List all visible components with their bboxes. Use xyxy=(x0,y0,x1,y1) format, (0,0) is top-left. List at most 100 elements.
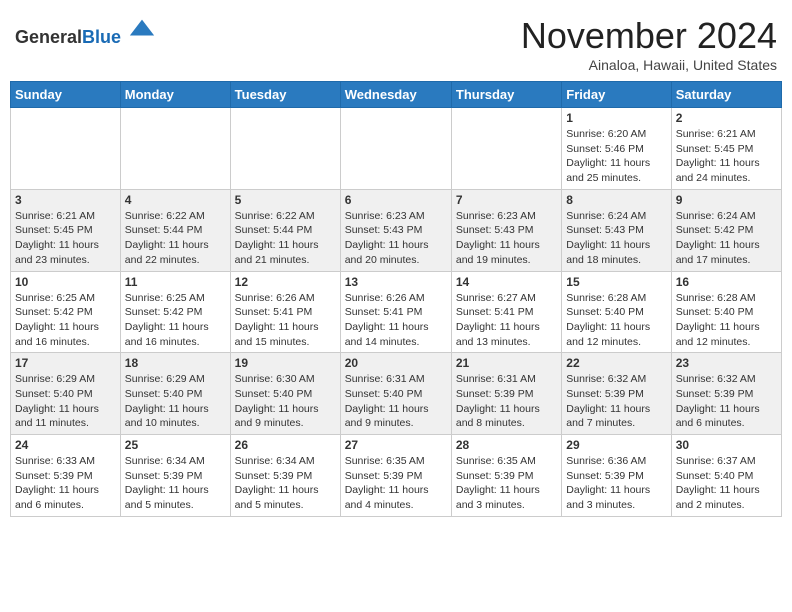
day-info: Sunrise: 6:28 AM Sunset: 5:40 PM Dayligh… xyxy=(676,291,777,350)
logo-general-text: General xyxy=(15,27,82,47)
calendar-week-row: 10 Sunrise: 6:25 AM Sunset: 5:42 PM Dayli… xyxy=(11,271,782,353)
calendar-weekday-header: Monday xyxy=(120,82,230,108)
day-number: 22 xyxy=(566,356,666,370)
calendar-day-cell: 21 Sunrise: 6:31 AM Sunset: 5:39 PM Dayli… xyxy=(451,353,561,435)
day-info: Sunrise: 6:22 AM Sunset: 5:44 PM Dayligh… xyxy=(125,209,226,268)
calendar-table: SundayMondayTuesdayWednesdayThursdayFrid… xyxy=(10,81,782,517)
day-number: 16 xyxy=(676,275,777,289)
calendar-day-cell: 6 Sunrise: 6:23 AM Sunset: 5:43 PM Daylig… xyxy=(340,189,451,271)
calendar-day-cell: 5 Sunrise: 6:22 AM Sunset: 5:44 PM Daylig… xyxy=(230,189,340,271)
day-number: 19 xyxy=(235,356,336,370)
day-info: Sunrise: 6:35 AM Sunset: 5:39 PM Dayligh… xyxy=(456,454,557,513)
day-info: Sunrise: 6:25 AM Sunset: 5:42 PM Dayligh… xyxy=(15,291,116,350)
day-info: Sunrise: 6:36 AM Sunset: 5:39 PM Dayligh… xyxy=(566,454,666,513)
day-number: 21 xyxy=(456,356,557,370)
calendar-day-cell xyxy=(230,108,340,190)
day-number: 28 xyxy=(456,438,557,452)
day-number: 24 xyxy=(15,438,116,452)
month-title: November 2024 xyxy=(521,15,777,57)
calendar-day-cell: 14Sunrise: 6:27 AM Sunset: 5:41 PM Dayli… xyxy=(451,271,561,353)
day-info: Sunrise: 6:23 AM Sunset: 5:43 PM Dayligh… xyxy=(345,209,447,268)
calendar-day-cell: 12 Sunrise: 6:26 AM Sunset: 5:41 PM Dayli… xyxy=(230,271,340,353)
calendar-week-row: 3 Sunrise: 6:21 AM Sunset: 5:45 PM Daylig… xyxy=(11,189,782,271)
calendar-day-cell: 4 Sunrise: 6:22 AM Sunset: 5:44 PM Daylig… xyxy=(120,189,230,271)
day-number: 8 xyxy=(566,193,666,207)
day-number: 18 xyxy=(125,356,226,370)
calendar-day-cell xyxy=(120,108,230,190)
day-number: 30 xyxy=(676,438,777,452)
calendar-week-row: 24 Sunrise: 6:33 AM Sunset: 5:39 PM Dayli… xyxy=(11,435,782,517)
day-info: Sunrise: 6:31 AM Sunset: 5:40 PM Dayligh… xyxy=(345,372,447,431)
location-subtitle: Ainaloa, Hawaii, United States xyxy=(521,57,777,73)
day-info: Sunrise: 6:34 AM Sunset: 5:39 PM Dayligh… xyxy=(235,454,336,513)
day-info: Sunrise: 6:21 AM Sunset: 5:45 PM Dayligh… xyxy=(676,127,777,186)
title-block: November 2024 Ainaloa, Hawaii, United St… xyxy=(521,15,777,73)
day-number: 12 xyxy=(235,275,336,289)
day-info: Sunrise: 6:22 AM Sunset: 5:44 PM Dayligh… xyxy=(235,209,336,268)
calendar-day-cell: 23Sunrise: 6:32 AM Sunset: 5:39 PM Dayli… xyxy=(671,353,781,435)
calendar-weekday-header: Saturday xyxy=(671,82,781,108)
calendar-day-cell: 20 Sunrise: 6:31 AM Sunset: 5:40 PM Dayli… xyxy=(340,353,451,435)
day-number: 7 xyxy=(456,193,557,207)
calendar-day-cell: 8 Sunrise: 6:24 AM Sunset: 5:43 PM Daylig… xyxy=(562,189,671,271)
day-info: Sunrise: 6:30 AM Sunset: 5:40 PM Dayligh… xyxy=(235,372,336,431)
day-info: Sunrise: 6:28 AM Sunset: 5:40 PM Dayligh… xyxy=(566,291,666,350)
calendar-day-cell: 25 Sunrise: 6:34 AM Sunset: 5:39 PM Dayli… xyxy=(120,435,230,517)
day-info: Sunrise: 6:24 AM Sunset: 5:43 PM Dayligh… xyxy=(566,209,666,268)
calendar-day-cell: 26 Sunrise: 6:34 AM Sunset: 5:39 PM Dayli… xyxy=(230,435,340,517)
day-info: Sunrise: 6:33 AM Sunset: 5:39 PM Dayligh… xyxy=(15,454,116,513)
day-info: Sunrise: 6:21 AM Sunset: 5:45 PM Dayligh… xyxy=(15,209,116,268)
day-info: Sunrise: 6:29 AM Sunset: 5:40 PM Dayligh… xyxy=(125,372,226,431)
day-number: 25 xyxy=(125,438,226,452)
day-info: Sunrise: 6:25 AM Sunset: 5:42 PM Dayligh… xyxy=(125,291,226,350)
day-number: 11 xyxy=(125,275,226,289)
day-number: 5 xyxy=(235,193,336,207)
calendar-day-cell: 29 Sunrise: 6:36 AM Sunset: 5:39 PM Dayli… xyxy=(562,435,671,517)
calendar-day-cell: 24 Sunrise: 6:33 AM Sunset: 5:39 PM Dayli… xyxy=(11,435,121,517)
day-info: Sunrise: 6:23 AM Sunset: 5:43 PM Dayligh… xyxy=(456,209,557,268)
logo-icon xyxy=(128,15,156,43)
day-info: Sunrise: 6:29 AM Sunset: 5:40 PM Dayligh… xyxy=(15,372,116,431)
day-number: 4 xyxy=(125,193,226,207)
day-number: 17 xyxy=(15,356,116,370)
day-number: 29 xyxy=(566,438,666,452)
day-number: 23 xyxy=(676,356,777,370)
day-info: Sunrise: 6:26 AM Sunset: 5:41 PM Dayligh… xyxy=(235,291,336,350)
calendar-day-cell: 30 Sunrise: 6:37 AM Sunset: 5:40 PM Dayli… xyxy=(671,435,781,517)
day-info: Sunrise: 6:34 AM Sunset: 5:39 PM Dayligh… xyxy=(125,454,226,513)
calendar-week-row: 17 Sunrise: 6:29 AM Sunset: 5:40 PM Dayli… xyxy=(11,353,782,435)
logo: GeneralBlue xyxy=(15,15,156,48)
calendar-day-cell: 22 Sunrise: 6:32 AM Sunset: 5:39 PM Dayli… xyxy=(562,353,671,435)
calendar-day-cell: 17 Sunrise: 6:29 AM Sunset: 5:40 PM Dayli… xyxy=(11,353,121,435)
calendar-weekday-header: Thursday xyxy=(451,82,561,108)
day-info: Sunrise: 6:37 AM Sunset: 5:40 PM Dayligh… xyxy=(676,454,777,513)
day-info: Sunrise: 6:35 AM Sunset: 5:39 PM Dayligh… xyxy=(345,454,447,513)
calendar-day-cell: 7 Sunrise: 6:23 AM Sunset: 5:43 PM Daylig… xyxy=(451,189,561,271)
page-header: GeneralBlue November 2024 Ainaloa, Hawai… xyxy=(10,10,782,73)
day-number: 6 xyxy=(345,193,447,207)
calendar-day-cell: 27Sunrise: 6:35 AM Sunset: 5:39 PM Dayli… xyxy=(340,435,451,517)
calendar-week-row: 1 Sunrise: 6:20 AM Sunset: 5:46 PM Daylig… xyxy=(11,108,782,190)
day-number: 9 xyxy=(676,193,777,207)
day-info: Sunrise: 6:31 AM Sunset: 5:39 PM Dayligh… xyxy=(456,372,557,431)
day-info: Sunrise: 6:20 AM Sunset: 5:46 PM Dayligh… xyxy=(566,127,666,186)
day-number: 26 xyxy=(235,438,336,452)
calendar-weekday-header: Tuesday xyxy=(230,82,340,108)
calendar-weekday-header: Wednesday xyxy=(340,82,451,108)
calendar-day-cell: 16 Sunrise: 6:28 AM Sunset: 5:40 PM Dayli… xyxy=(671,271,781,353)
day-number: 1 xyxy=(566,111,666,125)
calendar-day-cell: 18 Sunrise: 6:29 AM Sunset: 5:40 PM Dayli… xyxy=(120,353,230,435)
day-number: 15 xyxy=(566,275,666,289)
calendar-day-cell: 28 Sunrise: 6:35 AM Sunset: 5:39 PM Dayli… xyxy=(451,435,561,517)
calendar-day-cell xyxy=(11,108,121,190)
day-number: 20 xyxy=(345,356,447,370)
calendar-day-cell: 1 Sunrise: 6:20 AM Sunset: 5:46 PM Daylig… xyxy=(562,108,671,190)
calendar-day-cell: 15 Sunrise: 6:28 AM Sunset: 5:40 PM Dayli… xyxy=(562,271,671,353)
day-number: 10 xyxy=(15,275,116,289)
calendar-weekday-header: Sunday xyxy=(11,82,121,108)
calendar-day-cell: 11 Sunrise: 6:25 AM Sunset: 5:42 PM Dayli… xyxy=(120,271,230,353)
day-number: 3 xyxy=(15,193,116,207)
day-number: 14 xyxy=(456,275,557,289)
calendar-day-cell xyxy=(340,108,451,190)
day-info: Sunrise: 6:32 AM Sunset: 5:39 PM Dayligh… xyxy=(566,372,666,431)
